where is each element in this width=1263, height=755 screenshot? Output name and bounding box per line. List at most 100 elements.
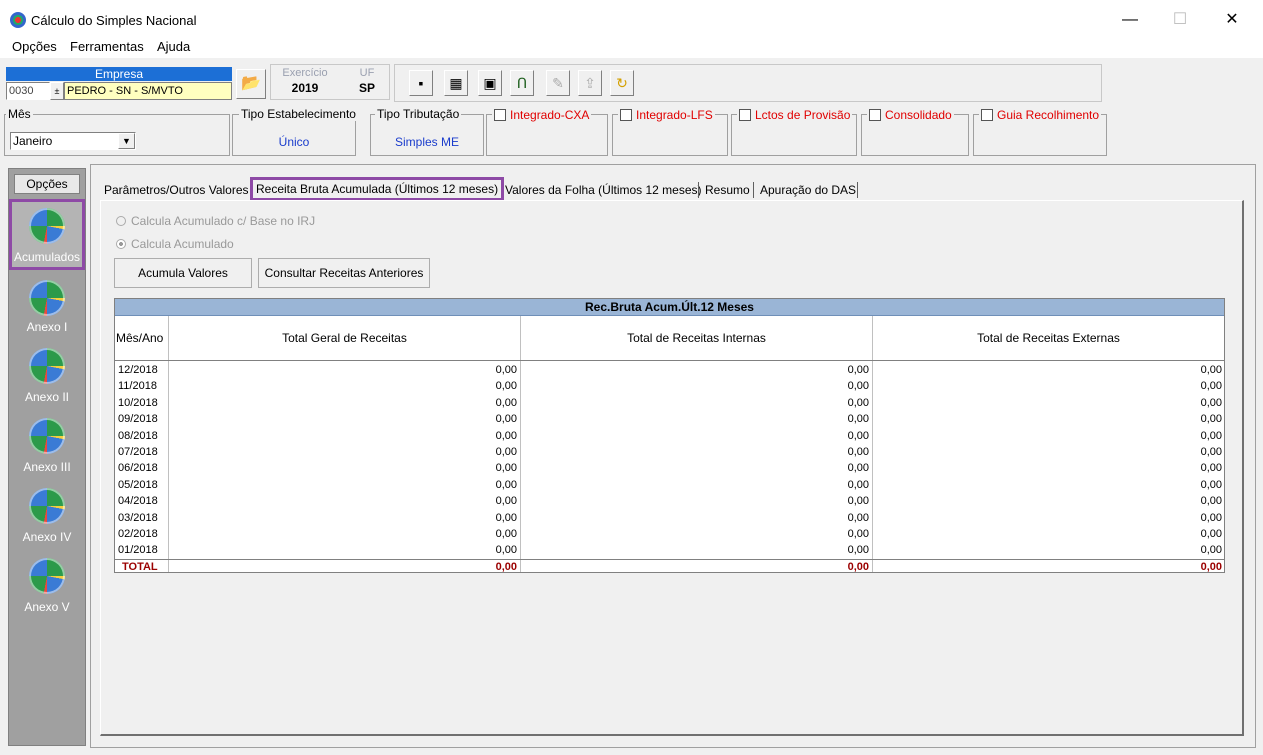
consultar-receitas-button[interactable]: Consultar Receitas Anteriores [258, 258, 430, 288]
floppy-icon: ▪ [418, 75, 424, 91]
table-cell: 01/2018 [118, 544, 158, 557]
tab-divider [698, 182, 699, 198]
acumulados-nav-icon[interactable] [29, 208, 65, 244]
nav-anexo-v[interactable]: Anexo V [8, 600, 86, 614]
menu-opcoes[interactable]: Opções [12, 39, 57, 54]
header-receitas-internas: Total de Receitas Internas [627, 331, 766, 345]
close-button[interactable]: ✕ [1212, 8, 1252, 32]
table-cell: 0,00 [495, 511, 517, 524]
nav-anexo-i[interactable]: Anexo I [8, 320, 86, 334]
checkbox-icon [620, 109, 632, 121]
tab-resumo[interactable]: Resumo [705, 181, 750, 201]
integrado-lfs-label: Integrado-LFS [636, 108, 713, 122]
tab-parametros[interactable]: Parâmetros/Outros Valores [104, 181, 249, 201]
table-cell: 0,00 [1200, 413, 1222, 426]
table-cell: 0,00 [1200, 429, 1222, 442]
save-button[interactable]: ▪ [409, 70, 433, 96]
exercicio-value[interactable]: 2019 [272, 81, 338, 95]
table-cell: 0,00 [847, 380, 869, 393]
opcoes-header-button[interactable]: Opções [14, 174, 80, 194]
total-cell: 0,00 [495, 560, 517, 573]
empresa-name-field[interactable]: PEDRO - SN - S/MVTO [64, 82, 232, 100]
table-cell: 0,00 [847, 528, 869, 540]
table-cell: 0,00 [495, 462, 517, 475]
consolidado-label: Consolidado [885, 108, 952, 122]
lctos-provisao-checkbox[interactable]: Lctos de Provisão [737, 108, 853, 122]
radio-unchecked-icon [116, 216, 126, 226]
support-button[interactable]: Ո [510, 70, 534, 96]
table-cell: 06/2018 [118, 462, 158, 475]
total-cell: TOTAL [122, 560, 158, 573]
nav-acumulados[interactable]: Acumulados [8, 250, 86, 264]
tipo-tributacao-value: Simples ME [394, 135, 459, 149]
tool-disabled-button-2[interactable]: ⇪ [578, 70, 602, 96]
anexo-iii-nav-icon[interactable] [29, 418, 65, 454]
menu-ferramentas[interactable]: Ferramentas [70, 39, 144, 54]
tab-receita-bruta[interactable]: Receita Bruta Acumulada (Últimos 12 mese… [250, 177, 505, 201]
consolidado-checkbox[interactable]: Consolidado [867, 108, 954, 122]
exercicio-label: Exercício [282, 67, 328, 79]
table-cell: 0,00 [495, 413, 517, 426]
refresh-icon: ↻ [616, 75, 628, 91]
header-mes-ano: Mês/Ano [116, 331, 164, 345]
guia-recolhimento-checkbox[interactable]: Guia Recolhimento [979, 108, 1102, 122]
table-cell: 0,00 [495, 380, 517, 393]
table-cell: 0,00 [495, 544, 517, 557]
header-receitas-externas: Total de Receitas Externas [977, 331, 1120, 345]
menu-ajuda[interactable]: Ajuda [157, 39, 190, 54]
checkbox-icon [739, 109, 751, 121]
uf-label: UF [359, 67, 375, 79]
export-icon: ⇪ [584, 75, 596, 91]
table-cell: 0,00 [495, 478, 517, 491]
app-icon [10, 12, 26, 28]
anexo-v-nav-icon[interactable] [29, 558, 65, 594]
tipo-estabelecimento-label: Tipo Estabelecimento [239, 107, 358, 121]
chevron-down-icon[interactable]: ▼ [118, 133, 135, 149]
radio-calcula-acumulado-label: Calcula Acumulado [131, 237, 234, 251]
table-cell: 0,00 [1200, 478, 1222, 491]
table-cell: 11/2018 [118, 380, 157, 393]
anexo-iv-nav-icon[interactable] [29, 488, 65, 524]
table-cell: 0,00 [1200, 528, 1222, 540]
table-cell: 0,00 [1200, 495, 1222, 508]
headset-icon: Ո [516, 75, 528, 91]
grid-header-separator [115, 360, 1224, 361]
radio-base-irj[interactable]: Calcula Acumulado c/ Base no IRJ [116, 214, 315, 228]
integrado-lfs-checkbox[interactable]: Integrado-LFS [618, 108, 715, 122]
print-setup-button[interactable]: ▣ [478, 70, 502, 96]
open-folder-button[interactable]: 📂 [236, 69, 266, 99]
tipo-estabelecimento-value: Único [278, 135, 310, 149]
tab-divider [857, 182, 858, 198]
table-cell: 0,00 [847, 364, 869, 376]
maximize-button[interactable]: ☐ [1160, 8, 1200, 32]
table-cell: 09/2018 [118, 413, 158, 426]
table-cell: 0,00 [847, 429, 869, 442]
mes-label: Mês [6, 107, 33, 121]
table-cell: 0,00 [847, 446, 869, 458]
print-button[interactable]: ▦ [444, 70, 468, 96]
table-cell: 0,00 [1200, 380, 1222, 393]
table-cell: 0,00 [847, 413, 869, 426]
table-cell: 10/2018 [118, 396, 158, 409]
nav-anexo-iv[interactable]: Anexo IV [8, 530, 86, 544]
tab-divider [753, 182, 754, 198]
table-cell: 0,00 [847, 511, 869, 524]
tool-disabled-button-1[interactable]: ✎ [546, 70, 570, 96]
table-cell: 0,00 [495, 528, 517, 540]
table-cell: 0,00 [495, 495, 517, 508]
anexo-i-nav-icon[interactable] [29, 280, 65, 316]
guia-recolhimento-label: Guia Recolhimento [997, 108, 1100, 122]
tab-valores-folha[interactable]: Valores da Folha (Últimos 12 meses) [505, 181, 702, 201]
tab-apuracao-das[interactable]: Apuração do DAS [760, 181, 856, 201]
empresa-code-field[interactable]: 0030 [6, 82, 50, 100]
nav-anexo-iii[interactable]: Anexo III [8, 460, 86, 474]
refresh-button[interactable]: ↻ [610, 70, 634, 96]
empresa-spin-icon[interactable]: ± [50, 82, 64, 100]
nav-anexo-ii[interactable]: Anexo II [8, 390, 86, 404]
acumula-valores-button[interactable]: Acumula Valores [114, 258, 252, 288]
table-cell: 12/2018 [118, 364, 158, 376]
anexo-ii-nav-icon[interactable] [29, 348, 65, 384]
integrado-cxa-checkbox[interactable]: Integrado-CXA [492, 108, 592, 122]
minimize-button[interactable]: — [1110, 8, 1150, 32]
radio-calcula-acumulado[interactable]: Calcula Acumulado [116, 237, 234, 251]
